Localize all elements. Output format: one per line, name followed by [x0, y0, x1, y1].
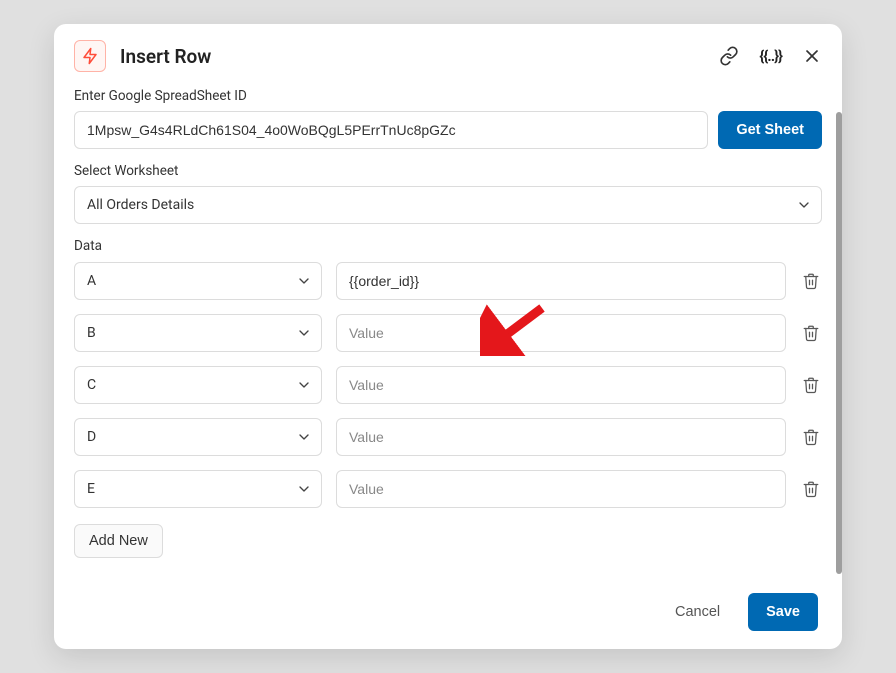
- delete-row-button[interactable]: [800, 322, 822, 344]
- insert-row-modal: Insert Row {{‥}}: [54, 24, 842, 649]
- link-icon[interactable]: [719, 46, 739, 66]
- trash-icon: [802, 271, 820, 291]
- trash-icon: [802, 323, 820, 343]
- delete-row-button[interactable]: [800, 374, 822, 396]
- trash-icon: [802, 375, 820, 395]
- modal-header: Insert Row {{‥}}: [54, 24, 842, 82]
- column-select-value: C: [87, 377, 96, 393]
- worksheet-label: Select Worksheet: [74, 163, 822, 179]
- modal-title: Insert Row: [120, 45, 719, 68]
- spreadsheet-id-input[interactable]: [74, 111, 708, 149]
- data-row: E: [74, 470, 822, 508]
- spreadsheet-id-label: Enter Google SpreadSheet ID: [74, 88, 822, 104]
- save-button[interactable]: Save: [748, 593, 818, 631]
- column-select[interactable]: C: [74, 366, 322, 404]
- close-icon[interactable]: [802, 46, 822, 66]
- data-group: Data A B C D E Add New: [74, 238, 822, 558]
- delete-row-button[interactable]: [800, 270, 822, 292]
- value-input[interactable]: [336, 262, 786, 300]
- value-input[interactable]: [336, 470, 786, 508]
- get-sheet-button[interactable]: Get Sheet: [718, 111, 822, 149]
- value-input[interactable]: [336, 366, 786, 404]
- column-select[interactable]: A: [74, 262, 322, 300]
- column-select-value: A: [87, 273, 96, 289]
- delete-row-button[interactable]: [800, 478, 822, 500]
- column-select[interactable]: E: [74, 470, 322, 508]
- worksheet-select-value: All Orders Details: [87, 197, 194, 213]
- cancel-button[interactable]: Cancel: [657, 593, 738, 631]
- worksheet-group: Select Worksheet All Orders Details: [74, 163, 822, 224]
- trash-icon: [802, 427, 820, 447]
- modal-footer: Cancel Save: [54, 578, 842, 649]
- value-input[interactable]: [336, 314, 786, 352]
- bindings-icon[interactable]: {{‥}}: [759, 47, 782, 65]
- delete-row-button[interactable]: [800, 426, 822, 448]
- add-new-button[interactable]: Add New: [74, 524, 163, 558]
- column-select[interactable]: D: [74, 418, 322, 456]
- data-label: Data: [74, 238, 822, 254]
- action-icon: [74, 40, 106, 72]
- data-row: A: [74, 262, 822, 300]
- header-actions: {{‥}}: [719, 46, 822, 66]
- column-select-value: D: [87, 429, 96, 445]
- column-select-value: E: [87, 481, 95, 497]
- data-row: D: [74, 418, 822, 456]
- trash-icon: [802, 479, 820, 499]
- column-select[interactable]: B: [74, 314, 322, 352]
- modal-body: Enter Google SpreadSheet ID Get Sheet Se…: [54, 82, 842, 578]
- column-select-value: B: [87, 325, 96, 341]
- data-row: C: [74, 366, 822, 404]
- worksheet-select[interactable]: All Orders Details: [74, 186, 822, 224]
- value-input[interactable]: [336, 418, 786, 456]
- data-row: B: [74, 314, 822, 352]
- spreadsheet-id-group: Enter Google SpreadSheet ID Get Sheet: [74, 88, 822, 149]
- scrollbar-track[interactable]: [836, 112, 842, 574]
